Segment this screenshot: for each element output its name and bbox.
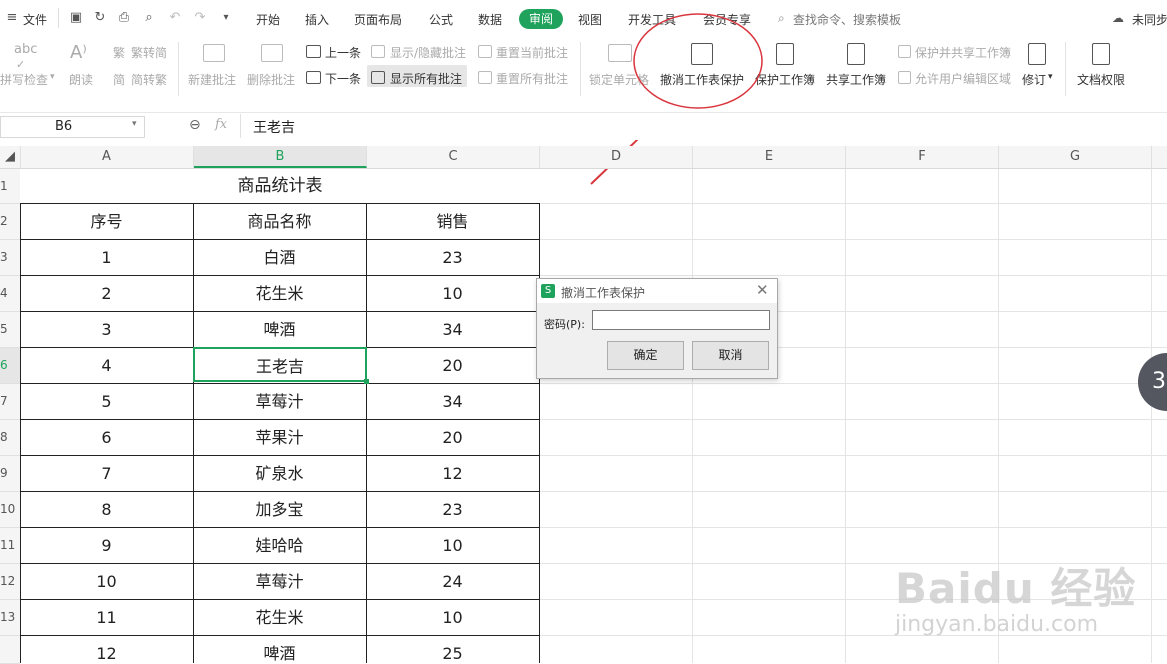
table-cell[interactable]: 12 [20,636,193,663]
table-cell[interactable]: 白酒 [193,240,366,275]
table-cell[interactable]: 矿泉水 [193,456,366,491]
password-label: 密码(P): [544,318,585,331]
table-cell[interactable]: 34 [366,312,539,347]
table-cell[interactable]: 20 [366,420,539,455]
table-cell[interactable]: 娃哈哈 [193,528,366,563]
gridline [540,383,1167,384]
row-header[interactable]: 3 [0,240,20,276]
gridline [540,419,1167,420]
select-all-corner[interactable]: ◢ [0,146,21,168]
column-header-g[interactable]: G [999,146,1152,168]
ok-button[interactable]: 确定 [607,341,684,370]
formula-bar: B6 ▾ ⊖ fx 王老吉 [0,112,1167,140]
row-header[interactable]: 4 [0,276,20,312]
column-header-b[interactable]: B [194,146,367,168]
table-cell[interactable]: 3 [20,312,193,347]
table-cell[interactable]: 5 [20,384,193,419]
table-cell[interactable]: 24 [366,564,539,599]
header-cell[interactable]: 销售 [366,204,539,239]
row-header[interactable]: 10 [0,492,20,528]
table-cell[interactable]: 23 [366,492,539,527]
row-header[interactable]: 9 [0,456,20,492]
table-cell[interactable]: 1 [20,240,193,275]
unprotect-sheet-dialog: S 撤消工作表保护 ✕ 密码(P): 确定 取消 [536,278,778,379]
gridline [540,455,1167,456]
table-cell[interactable]: 9 [20,528,193,563]
row-header[interactable]: 5 [0,312,20,348]
table-cell[interactable]: 10 [366,528,539,563]
column-header-a[interactable]: A [20,146,194,168]
row-header[interactable]: 1 [0,169,20,204]
row-header[interactable]: 8 [0,420,20,456]
baidu-watermark-url: jingyan.baidu.com [895,612,1099,637]
table-cell[interactable]: 苹果汁 [193,420,366,455]
selected-cell-b6[interactable]: 王老吉 [193,347,367,382]
table-cell[interactable]: 啤酒 [193,636,366,663]
table-cell[interactable]: 23 [366,240,539,275]
column-header-d[interactable]: D [540,146,693,168]
row-header[interactable] [0,636,20,664]
table-cell[interactable]: 加多宝 [193,492,366,527]
dialog-title: 撤消工作表保护 [561,286,646,300]
formula-input[interactable]: 王老吉 [240,114,1167,138]
fx-icon[interactable]: fx [215,117,227,132]
row-header-selected[interactable]: 6 [0,348,20,384]
row-header[interactable]: 11 [0,528,20,564]
table-cell[interactable]: 啤酒 [193,312,366,347]
app-logo-icon: S [541,284,555,298]
column-header-f[interactable]: F [846,146,999,168]
gridline [540,491,1167,492]
gridline [540,203,1167,204]
column-header-c[interactable]: C [367,146,540,168]
row-header[interactable]: 2 [0,204,20,240]
gridline [692,169,693,663]
zoom-icon[interactable]: ⊖ [189,117,201,133]
name-box-value: B6 [55,119,73,134]
border [539,203,540,663]
gridline [540,239,1167,240]
header-cell[interactable]: 商品名称 [193,204,366,239]
table-cell[interactable]: 11 [20,600,193,635]
cancel-button[interactable]: 取消 [692,341,769,370]
gridline [1151,169,1152,663]
gridline [540,527,1167,528]
table-cell[interactable]: 12 [366,456,539,491]
table-cell[interactable]: 10 [366,276,539,311]
column-header-e[interactable]: E [693,146,846,168]
table-cell[interactable]: 草莓汁 [193,384,366,419]
column-headers: ◢ A B C D E F G [0,146,1167,169]
table-cell[interactable]: 7 [20,456,193,491]
table-cell[interactable]: 34 [366,384,539,419]
highlight-circle [633,13,763,109]
table-cell[interactable]: 草莓汁 [193,564,366,599]
table-cell[interactable]: 8 [20,492,193,527]
row-header[interactable]: 13 [0,600,20,636]
sheet-title[interactable]: 商品统计表 [20,169,540,203]
gridline [845,169,846,663]
table-cell[interactable]: 花生米 [193,600,366,635]
name-box[interactable]: B6 ▾ [0,116,145,138]
table-cell[interactable]: 25 [366,636,539,663]
table-cell[interactable]: 花生米 [193,276,366,311]
baidu-watermark-logo: Baidu 经验 [895,564,1137,613]
dialog-titlebar[interactable]: S 撤消工作表保护 ✕ [537,279,777,303]
row-header[interactable]: 12 [0,564,20,600]
table-cell[interactable]: 10 [20,564,193,599]
table-cell[interactable]: 20 [366,348,539,383]
gridline [540,275,1167,276]
chevron-down-icon[interactable]: ▾ [132,119,137,129]
password-input[interactable] [592,310,770,330]
close-icon[interactable]: ✕ [756,281,769,299]
table-cell[interactable]: 2 [20,276,193,311]
formula-value: 王老吉 [253,120,295,136]
table-cell[interactable]: 4 [20,348,193,383]
row-header[interactable]: 7 [0,384,20,420]
table-cell[interactable]: 6 [20,420,193,455]
header-cell[interactable]: 序号 [20,204,193,239]
table-cell[interactable]: 10 [366,600,539,635]
